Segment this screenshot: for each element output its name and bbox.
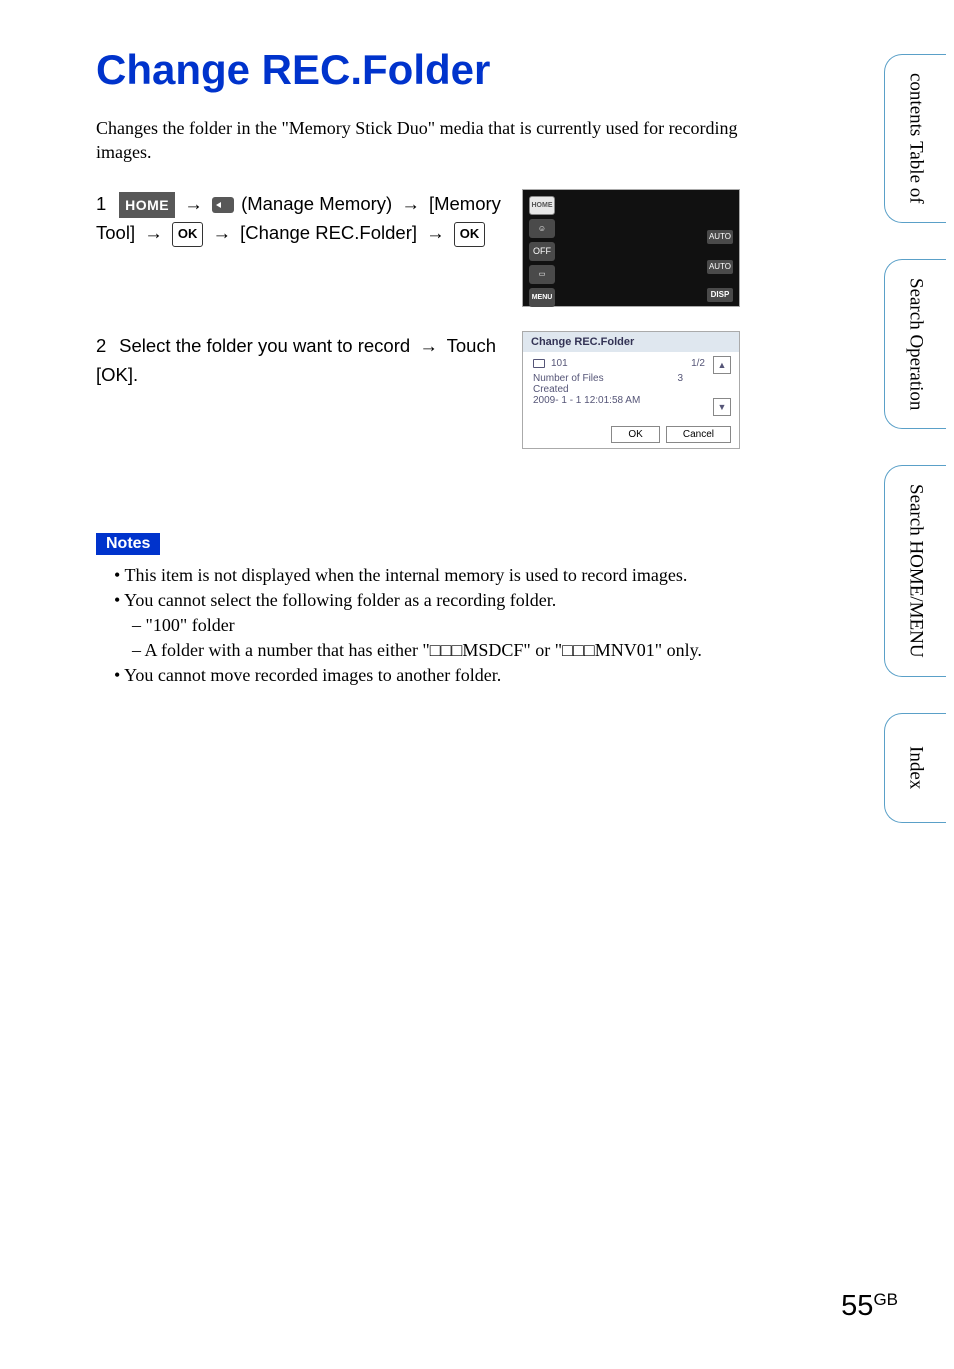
step-1-text: 1 HOME → (Manage Memory) → [Memory Tool]… bbox=[96, 189, 504, 248]
tab-label: Index bbox=[906, 746, 926, 789]
tab-table-of-contents[interactable]: contents Table of bbox=[884, 54, 946, 223]
lcd-macro-auto-icon: AUTO bbox=[707, 260, 733, 274]
note-item: This item is not displayed when the inte… bbox=[114, 563, 740, 588]
tab-operation-search[interactable]: Search Operation bbox=[884, 259, 946, 429]
arrow-icon: → bbox=[419, 335, 438, 356]
lcd-page-indicator: 1/2 bbox=[691, 358, 705, 369]
step-1-row: 1 HOME → (Manage Memory) → [Memory Tool]… bbox=[96, 189, 740, 319]
lcd-down-button[interactable]: ▼ bbox=[713, 398, 731, 416]
lcd-smile-icon: ☺ bbox=[529, 219, 555, 238]
step2-part-a: Select the folder you want to record bbox=[119, 335, 415, 356]
step1-part-a: (Manage Memory) bbox=[241, 193, 397, 214]
note-subitem: "100" folder bbox=[132, 613, 740, 638]
home-badge-icon: HOME bbox=[119, 192, 175, 218]
step-1-number: 1 bbox=[96, 189, 114, 219]
lcd-cancel-button[interactable]: Cancel bbox=[666, 426, 731, 443]
note-item: You cannot select the following folder a… bbox=[114, 588, 740, 664]
step1-part-c: [Change REC.Folder] bbox=[240, 222, 422, 243]
lcd-upper-preview: HOME ☺ OFF ▭ MENU AUTO AUTO DISP bbox=[522, 189, 740, 307]
lcd-dialog-body: 101 1/2 ▲ Number of Files 3 Created 2009… bbox=[523, 352, 739, 422]
lcd-up-button[interactable]: ▲ bbox=[713, 356, 731, 374]
step-2-text: 2 Select the folder you want to record →… bbox=[96, 331, 504, 390]
notes-list: This item is not displayed when the inte… bbox=[96, 563, 740, 689]
page-number-value: 55 bbox=[841, 1290, 873, 1322]
notes-heading: Notes bbox=[96, 533, 160, 555]
tab-home-menu-search[interactable]: Search HOME/MENU bbox=[884, 465, 946, 677]
page-number: 55GB bbox=[841, 1290, 898, 1323]
tab-label: Search HOME/MENU bbox=[906, 484, 926, 658]
arrow-icon: → bbox=[401, 193, 420, 214]
page-title: Change REC.Folder bbox=[96, 46, 740, 94]
step-2-row: 2 Select the folder you want to record →… bbox=[96, 331, 740, 461]
top-orange-bar bbox=[0, 0, 954, 28]
tab-label: contents Table of bbox=[906, 73, 926, 204]
tab-label: Search Operation bbox=[906, 278, 926, 410]
lcd-flash-off-icon: OFF bbox=[529, 242, 555, 261]
lcd-created-label: Created bbox=[533, 384, 729, 395]
note-item: You cannot move recorded images to anoth… bbox=[114, 663, 740, 688]
arrow-icon: → bbox=[184, 193, 203, 214]
lcd-folder-number: 101 bbox=[551, 358, 568, 369]
tab-index[interactable]: Index bbox=[884, 713, 946, 823]
arrow-icon: → bbox=[213, 222, 232, 243]
lcd-menu-icon: MENU bbox=[529, 288, 555, 307]
step-2-number: 2 bbox=[96, 331, 114, 361]
lcd-auto-icon: ▭ bbox=[529, 265, 555, 284]
manage-memory-icon bbox=[212, 197, 234, 213]
folder-icon bbox=[533, 359, 545, 368]
note-subitem: A folder with a number that has either "… bbox=[132, 638, 740, 663]
lcd-files-value: 3 bbox=[677, 373, 683, 384]
lcd-created-value: 2009- 1 - 1 12:01:58 AM bbox=[533, 395, 729, 406]
arrow-icon: → bbox=[426, 222, 445, 243]
arrow-icon: → bbox=[144, 222, 163, 243]
lcd-lower-preview: Change REC.Folder 101 1/2 ▲ Number of Fi… bbox=[522, 331, 740, 449]
step2-screenshot: Change REC.Folder 101 1/2 ▲ Number of Fi… bbox=[522, 331, 740, 461]
intro-text: Changes the folder in the "Memory Stick … bbox=[96, 116, 740, 165]
note-item-text: You cannot select the following folder a… bbox=[124, 590, 556, 610]
side-tabs: contents Table of Search Operation Searc… bbox=[884, 54, 954, 823]
lcd-ok-button[interactable]: OK bbox=[611, 426, 659, 443]
ok-badge-icon: OK bbox=[172, 222, 204, 247]
ok-badge-icon: OK bbox=[454, 222, 486, 247]
step1-screenshot: HOME ☺ OFF ▭ MENU AUTO AUTO DISP bbox=[522, 189, 740, 319]
lcd-disp-icon: DISP bbox=[707, 288, 733, 302]
lcd-home-icon: HOME bbox=[529, 196, 555, 215]
lcd-flash-auto-icon: AUTO bbox=[707, 230, 733, 244]
lcd-files-label: Number of Files bbox=[533, 373, 604, 384]
page-number-suffix: GB bbox=[873, 1290, 898, 1309]
main-content: Change REC.Folder Changes the folder in … bbox=[0, 28, 840, 689]
lcd-dialog-title: Change REC.Folder bbox=[523, 332, 739, 352]
